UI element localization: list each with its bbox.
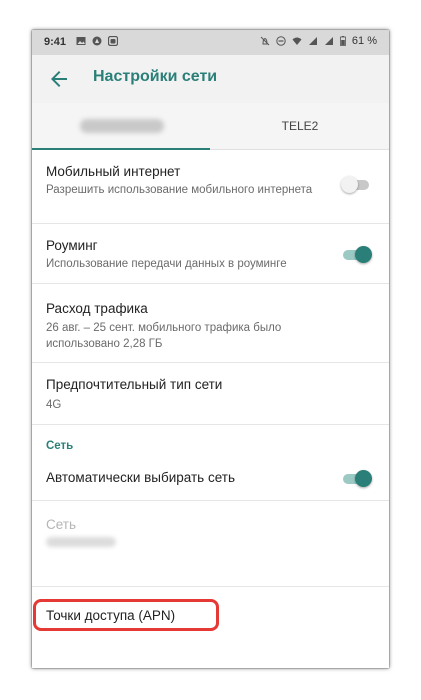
divider [32,424,389,425]
network-title: Сеть [46,517,77,532]
wifi-icon [292,37,302,45]
signal-2-icon [324,37,333,45]
auto-select-network-item[interactable]: Автоматически выбирать сеть [32,458,389,504]
battery-icon [340,36,346,46]
image-icon [76,37,86,45]
mobile-data-title: Мобильный интернет [46,164,181,179]
apn-highlight-frame [33,599,219,631]
page-title: Настройки сети [93,68,218,85]
data-usage-summary: 26 авг. – 25 сент. мобильного трафика бы… [46,322,282,350]
roaming-title: Роуминг [46,238,98,253]
auto-select-toggle[interactable] [341,468,372,488]
network-type-item[interactable]: Предпочтительный тип сети 4G [32,363,389,421]
mobile-data-summary: Разрешить использование мобильного интер… [46,184,313,196]
android-icon [108,36,118,46]
notification-icons [76,36,118,46]
app-bar: Настройки сети [32,55,389,103]
do-not-disturb-icon [276,36,286,46]
mobile-data-toggle[interactable] [341,174,371,194]
roaming-summary: Использование передачи данных в роуминге [46,258,287,270]
app-notification-icon [92,36,102,46]
toggle-thumb [355,246,372,263]
toggle-thumb [355,470,372,487]
redacted-network-name [46,537,116,547]
network-type-summary: 4G [46,399,62,411]
network-type-title: Предпочтительный тип сети [46,377,223,392]
mobile-data-item[interactable]: Мобильный интернет Разрешить использован… [32,150,389,216]
redacted-operator-name [80,119,164,133]
system-icons: 61 % [260,35,377,47]
data-usage-item[interactable]: Расход трафика 26 авг. – 25 сент. мобиль… [32,284,389,356]
toggle-thumb [341,176,358,193]
battery-percent: 61 % [351,35,377,47]
mute-icon [260,36,270,46]
phone-screen: 9:41 61 % Настройки сети TELE2 Мобильный… [32,30,389,668]
arrow-back-icon[interactable] [47,67,71,91]
divider [32,586,389,587]
sim-tabs: TELE2 [32,103,389,150]
tab-sim2[interactable]: TELE2 [211,103,389,149]
roaming-item[interactable]: Роуминг Использование передачи данных в … [32,224,389,282]
signal-icon [308,37,317,45]
status-time: 9:41 [44,36,67,48]
tab-label: TELE2 [281,119,319,133]
data-usage-title: Расход трафика [46,301,148,316]
network-item: Сеть [32,501,389,585]
section-header-network: Сеть [46,440,74,452]
auto-select-title: Автоматически выбирать сеть [46,470,235,485]
status-bar: 9:41 61 % [32,30,389,55]
roaming-toggle[interactable] [341,244,372,264]
tab-sim1[interactable] [32,103,210,150]
